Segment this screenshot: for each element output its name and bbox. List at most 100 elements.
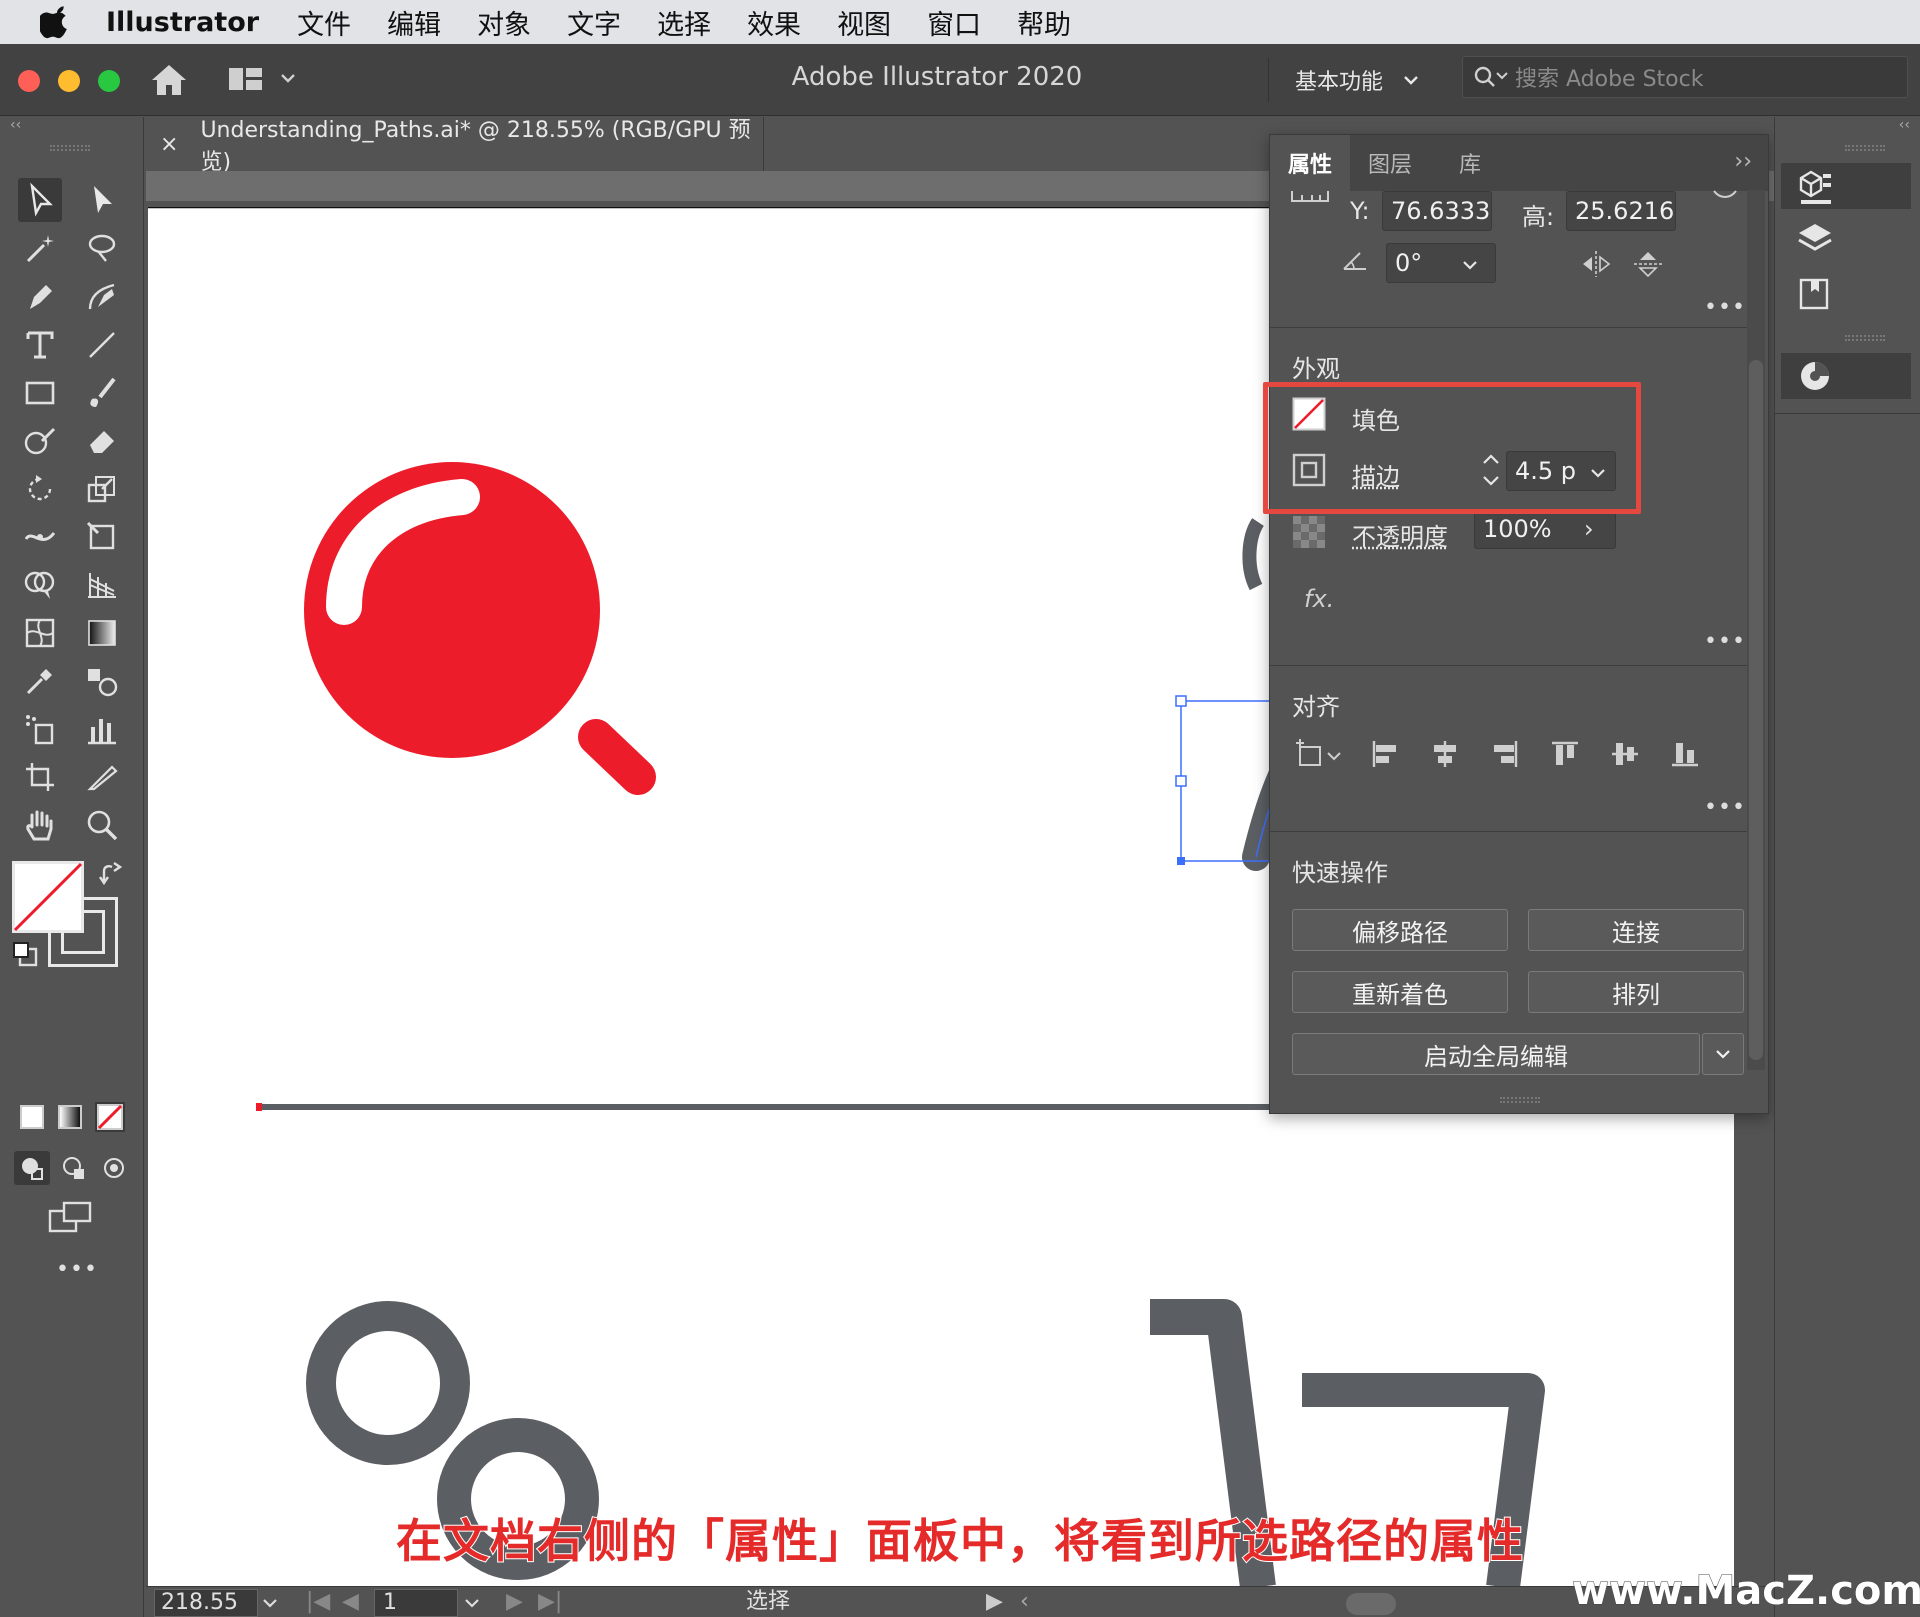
align-more-button[interactable]: ••• <box>1704 795 1746 820</box>
layers-panel-button[interactable] <box>1781 217 1911 263</box>
paintbrush-tool-icon[interactable] <box>80 371 124 415</box>
magic-wand-tool-icon[interactable] <box>18 227 62 271</box>
perspective-grid-tool-icon[interactable] <box>80 563 124 607</box>
properties-panel-button[interactable] <box>1781 163 1911 209</box>
workspace-switcher[interactable]: 基本功能 <box>1268 58 1419 102</box>
direct-selection-tool-icon[interactable] <box>80 178 124 222</box>
menu-window[interactable]: 窗口 <box>927 3 981 42</box>
menu-type[interactable]: 文字 <box>567 3 621 42</box>
align-bottom-icon[interactable] <box>1670 739 1700 769</box>
draw-inside-button[interactable] <box>96 1151 132 1185</box>
panel-collapse-icon[interactable]: ›› <box>1734 149 1752 174</box>
global-edit-options-button[interactable] <box>1702 1033 1744 1075</box>
symbol-sprayer-tool-icon[interactable] <box>18 707 62 751</box>
document-tab[interactable]: × Understanding_Paths.ai* @ 218.55% (RGB… <box>146 117 764 175</box>
anchor-point[interactable] <box>1177 857 1185 865</box>
swap-fill-stroke-icon[interactable] <box>98 861 126 889</box>
recolor-button[interactable]: 重新着色 <box>1292 971 1508 1013</box>
default-fill-stroke-icon[interactable] <box>12 941 38 967</box>
artboard-number-field[interactable]: 1 <box>374 1589 458 1617</box>
align-horizontal-center-icon[interactable] <box>1430 739 1460 769</box>
rectangle-tool-icon[interactable] <box>18 371 62 415</box>
color-mode-button[interactable] <box>20 1105 44 1129</box>
selection-tool-icon[interactable] <box>18 178 62 222</box>
previous-artboard-icon[interactable]: ◀ <box>342 1589 359 1614</box>
close-window-button[interactable] <box>18 70 40 92</box>
bbox-handle-middle-left[interactable] <box>1175 775 1187 787</box>
rotation-angle-field[interactable]: 0° <box>1386 243 1496 283</box>
panel-scroll-thumb[interactable] <box>1749 360 1763 1060</box>
menu-edit[interactable]: 编辑 <box>387 3 441 42</box>
minimize-window-button[interactable] <box>58 70 80 92</box>
transform-more-button[interactable]: ••• <box>1704 295 1746 320</box>
chevron-down-icon[interactable] <box>464 1597 480 1609</box>
line-segment-tool-icon[interactable] <box>80 323 124 367</box>
zoom-tool-icon[interactable] <box>80 803 124 847</box>
artboard-tool-icon[interactable] <box>18 755 62 799</box>
flip-vertical-icon[interactable] <box>1632 249 1664 279</box>
horizontal-scroll-thumb[interactable] <box>1346 1593 1396 1615</box>
join-button[interactable]: 连接 <box>1528 909 1744 951</box>
pen-tool-icon[interactable] <box>18 275 62 319</box>
zoom-window-button[interactable] <box>98 70 120 92</box>
shaper-tool-icon[interactable] <box>18 419 62 463</box>
first-artboard-icon[interactable]: |◀ <box>306 1589 330 1614</box>
eraser-tool-icon[interactable] <box>80 419 124 463</box>
align-left-icon[interactable] <box>1370 739 1400 769</box>
stock-search-input[interactable]: 搜索 Adobe Stock <box>1462 56 1908 98</box>
zoom-level-field[interactable]: 218.55 <box>154 1589 258 1617</box>
menu-object[interactable]: 对象 <box>477 3 531 42</box>
opacity-field[interactable]: 100% <box>1474 509 1616 549</box>
chevron-down-icon[interactable] <box>280 72 296 84</box>
offset-path-button[interactable]: 偏移路径 <box>1292 909 1508 951</box>
flip-horizontal-icon[interactable] <box>1580 249 1612 279</box>
arrange-button[interactable]: 排列 <box>1528 971 1744 1013</box>
edit-toolbar-button[interactable]: ••• <box>56 1257 98 1282</box>
draw-behind-button[interactable] <box>56 1151 92 1185</box>
scale-tool-icon[interactable] <box>80 467 124 511</box>
menu-select[interactable]: 选择 <box>657 3 711 42</box>
gradient-mode-button[interactable] <box>58 1105 82 1129</box>
opacity-label[interactable]: 不透明度 <box>1352 517 1448 552</box>
menu-effect[interactable]: 效果 <box>747 3 801 42</box>
menu-file[interactable]: 文件 <box>297 3 351 42</box>
fill-swatch-none[interactable] <box>12 861 84 933</box>
panel-resize-grip[interactable] <box>1500 1097 1540 1103</box>
toolbar-grip[interactable] <box>50 145 90 151</box>
align-vertical-center-icon[interactable] <box>1610 739 1640 769</box>
height-field[interactable]: 25.6216 <box>1566 191 1676 231</box>
next-artboard-icon[interactable]: ▶ <box>506 1589 523 1614</box>
ring-shape[interactable] <box>306 1301 470 1465</box>
slice-tool-icon[interactable] <box>80 755 124 799</box>
chevron-right-icon[interactable]: › <box>1584 515 1594 543</box>
bbox-handle-top-left[interactable] <box>1175 695 1187 707</box>
menu-view[interactable]: 视图 <box>837 3 891 42</box>
appearance-more-button[interactable]: ••• <box>1704 629 1746 654</box>
magnifier-handle-shape[interactable] <box>578 719 656 795</box>
chevron-down-icon[interactable] <box>1462 259 1478 271</box>
mesh-tool-icon[interactable] <box>18 611 62 655</box>
none-mode-button[interactable] <box>95 1102 125 1132</box>
free-transform-tool-icon[interactable] <box>80 515 124 559</box>
home-icon[interactable] <box>150 62 188 98</box>
y-position-field[interactable]: 76.6333 <box>1382 191 1492 231</box>
draw-normal-button[interactable] <box>14 1151 50 1185</box>
column-graph-tool-icon[interactable] <box>80 707 124 751</box>
eyedropper-tool-icon[interactable] <box>18 659 62 703</box>
shape-builder-tool-icon[interactable] <box>18 563 62 607</box>
gradient-tool-icon[interactable] <box>80 611 124 655</box>
menu-app-name[interactable]: Illustrator <box>106 7 259 38</box>
start-global-edit-button[interactable]: 启动全局编辑 <box>1292 1033 1700 1075</box>
tab-libraries[interactable]: 库 <box>1430 135 1510 191</box>
constrain-proportions-icon[interactable] <box>1710 187 1740 207</box>
align-top-icon[interactable] <box>1550 739 1580 769</box>
arrange-documents-icon[interactable] <box>228 66 264 92</box>
status-menu-icon[interactable]: ▶ <box>986 1589 1003 1614</box>
align-to-selection-icon[interactable] <box>1294 737 1344 771</box>
scroll-left-icon[interactable]: ‹ <box>1020 1589 1029 1614</box>
type-tool-icon[interactable] <box>18 323 62 367</box>
collapse-toolbar-icon[interactable]: ‹‹ <box>10 117 21 133</box>
width-tool-icon[interactable] <box>18 515 62 559</box>
apple-icon[interactable] <box>40 5 72 39</box>
color-guide-panel-button[interactable] <box>1781 353 1911 399</box>
